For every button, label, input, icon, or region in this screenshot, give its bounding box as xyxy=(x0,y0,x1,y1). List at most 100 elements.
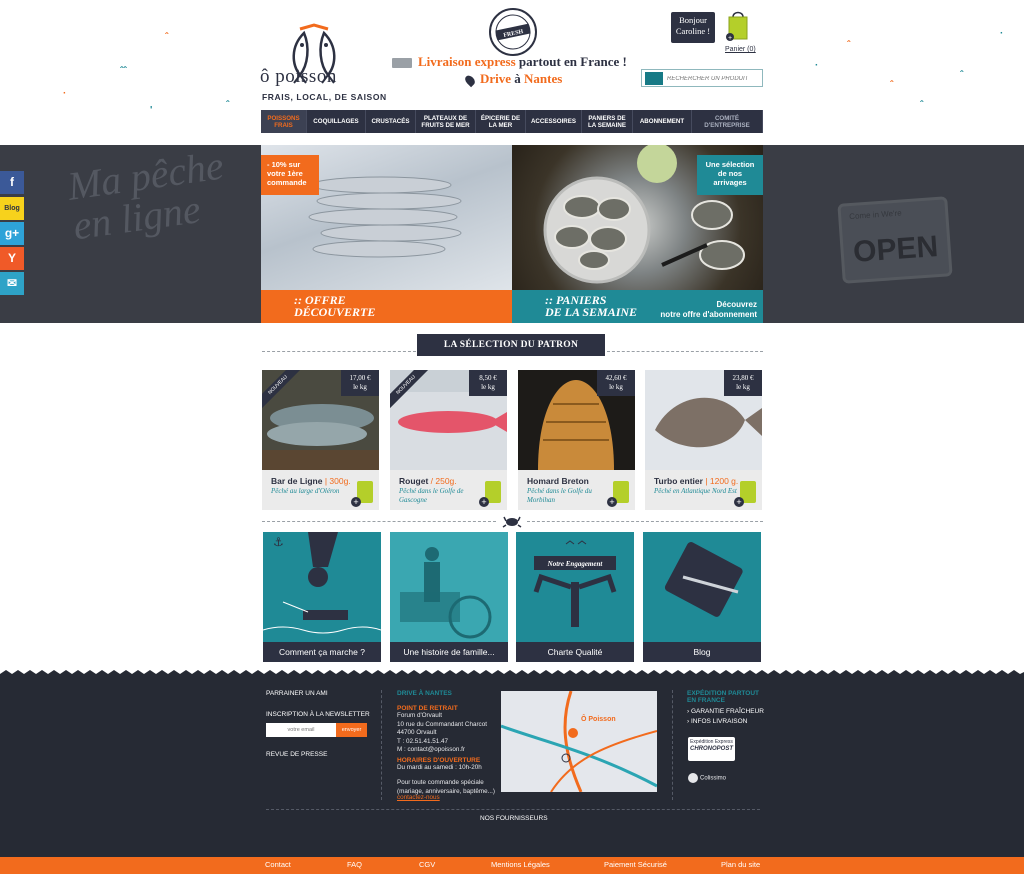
decor-dash: ˆ xyxy=(165,32,169,43)
family-photo-illustration xyxy=(390,532,508,642)
nav-item-comite[interactable]: COMITÉ D'ENTREPRISE xyxy=(692,110,763,133)
map-label: Ô Poisson xyxy=(581,714,616,723)
add-to-cart-icon[interactable] xyxy=(734,481,756,507)
divider xyxy=(607,351,763,352)
nav-item-epicerie[interactable]: ÉPICERIE DE LA MER xyxy=(476,110,526,133)
nav-item-abonnement[interactable]: ABONNEMENT xyxy=(633,110,692,133)
decor-dash: ˆ xyxy=(920,100,924,111)
price-tag: 42,60 € le kg xyxy=(597,370,635,396)
sponsor-link[interactable]: PARRAINER UN AMI xyxy=(266,690,328,697)
brand-name[interactable]: ô poisson xyxy=(260,66,337,88)
offer-caption-line2: DÉCOUVERTE xyxy=(294,305,376,319)
product-name[interactable]: Homard Breton xyxy=(527,476,589,486)
pickup-title: POINT DE RETRAIT xyxy=(397,705,458,712)
drive-map[interactable]: Ô Poisson xyxy=(501,691,657,792)
price-unit: le kg xyxy=(609,383,623,391)
nav-item-paniers[interactable]: PANIERS DE LA SEMAINE xyxy=(582,110,633,133)
product-name[interactable]: Bar de Ligne | 300g. xyxy=(271,476,351,486)
baskets-caption[interactable]: :: PANIERS DE LA SEMAINE Découvrez notre… xyxy=(512,290,763,323)
tile-caption[interactable]: Blog xyxy=(643,642,761,662)
divider xyxy=(262,521,496,522)
logo-fish-icon[interactable] xyxy=(260,6,368,104)
newsletter-send-button[interactable]: envoyer xyxy=(336,723,367,737)
nav-item-coquillages[interactable]: COQUILLAGES xyxy=(307,110,366,133)
tile-caption[interactable]: Une histoire de famille... xyxy=(390,642,508,662)
contact-link[interactable]: Contact xyxy=(265,860,291,869)
blog-icon[interactable]: Blog xyxy=(0,197,24,220)
chronopost-logo: Expédition Express CHRONOPOST xyxy=(688,737,735,761)
main-nav: POISSONS FRAIS COQUILLAGES CRUSTACÉS PLA… xyxy=(261,110,763,133)
product-image: 42,60 € le kg xyxy=(518,370,635,470)
product-card[interactable]: 23,80 € le kg Turbo entier | 1200 g. Pêch… xyxy=(645,370,762,510)
add-to-cart-icon[interactable] xyxy=(351,481,373,507)
subscription-link[interactable]: Découvrez notre offre d'abonnement xyxy=(660,300,757,320)
selection-title: LA SÉLECTION DU PATRON xyxy=(417,334,605,356)
arrivals-tag[interactable]: Une sélection de nos arrivages xyxy=(697,155,763,195)
product-title: Bar de Ligne xyxy=(271,476,323,486)
product-card[interactable]: NOUVEAU 17,00 € le kg Bar de Ligne | 300g… xyxy=(262,370,379,510)
truck-icon xyxy=(392,58,412,69)
promo-tag[interactable]: - 10% sur votre 1ère commande xyxy=(261,155,319,195)
delivery-info-link[interactable]: › INFOS LIVRAISON xyxy=(687,718,747,725)
drive-word: Drive xyxy=(480,71,512,86)
blog-tile[interactable]: Blog xyxy=(643,532,761,662)
add-to-cart-icon[interactable] xyxy=(607,481,629,507)
search-input[interactable] xyxy=(667,72,759,85)
nav-item-plateaux[interactable]: PLATEAUX DE FRUITS DE MER xyxy=(416,110,476,133)
shopping-bag-icon[interactable]: + xyxy=(726,9,750,41)
nav-item-poissons-frais[interactable]: POISSONS FRAIS xyxy=(261,110,307,133)
drive-title: DRIVE À NANTES xyxy=(397,690,452,697)
legal-link[interactable]: Mentions Légales xyxy=(491,860,550,869)
decor-dash: · xyxy=(815,60,819,71)
cart-link[interactable]: Panier (0) xyxy=(725,46,756,53)
product-name[interactable]: Turbo entier | 1200 g. xyxy=(654,476,738,486)
faq-link[interactable]: FAQ xyxy=(347,860,362,869)
quality-charter-tile[interactable]: Notre Engagement Charte Qualité xyxy=(516,532,634,662)
product-card[interactable]: NOUVEAU 8,50 € le kg Rouget / 250g. Pêché… xyxy=(390,370,507,510)
hours-title: HORAIRES D'OUVERTURE xyxy=(397,757,481,764)
google-plus-icon[interactable]: g+ xyxy=(0,222,24,245)
yummly-icon[interactable]: Y xyxy=(0,247,24,270)
user-greeting[interactable]: Bonjour Caroline ! xyxy=(671,12,715,43)
add-to-cart-icon[interactable] xyxy=(479,481,501,507)
product-name[interactable]: Rouget / 250g. xyxy=(399,476,457,486)
email[interactable]: M : contact@opoisson.fr xyxy=(397,746,487,755)
how-it-works-tile[interactable]: ⚓ Comment ça marche ? xyxy=(263,532,381,662)
open-sign: Come in We're OPEN xyxy=(837,196,953,284)
product-origin: Pêché dans le Golfe du Morbihan xyxy=(527,487,592,504)
search-box[interactable] xyxy=(641,69,763,87)
address-line: 10 rue du Commandant Charcot xyxy=(397,720,487,728)
nav-item-crustaces[interactable]: CRUSTACÉS xyxy=(366,110,416,133)
colissimo-name: Colissimo xyxy=(700,775,727,782)
newsletter-email-input[interactable] xyxy=(266,723,336,737)
cgv-link[interactable]: CGV xyxy=(419,860,435,869)
hero-offer-panel[interactable]: - 10% sur votre 1ère commande :: OFFRE D… xyxy=(261,145,512,323)
press-link[interactable]: REVUE DE PRESSE xyxy=(266,751,327,758)
delivery-highlight: Livraison express xyxy=(418,54,516,69)
product-card[interactable]: 42,60 € le kg Homard Breton Pêché dans le… xyxy=(518,370,635,510)
guarantee-link[interactable]: › GARANTIE FRAÎCHEUR xyxy=(687,708,764,715)
nav-item-accessoires[interactable]: ACCESSOIRES xyxy=(526,110,582,133)
product-image: NOUVEAU 8,50 € le kg xyxy=(390,370,507,470)
tile-caption[interactable]: Charte Qualité xyxy=(516,642,634,662)
fisherman-illustration: ⚓ xyxy=(263,532,381,634)
decor-dash: ˆ xyxy=(226,100,230,111)
decor-dash: ˆ xyxy=(847,40,851,51)
facebook-icon[interactable]: f xyxy=(0,171,24,194)
secure-payment-link[interactable]: Paiement Sécurisé xyxy=(604,860,667,869)
email-icon[interactable]: ✉ xyxy=(0,272,24,295)
search-icon[interactable] xyxy=(645,72,663,85)
svg-text:⚓: ⚓ xyxy=(273,535,284,549)
shipping-title-line2: EN FRANCE xyxy=(687,697,725,704)
address-line: Forum d'Orvault xyxy=(397,712,442,719)
contact-us-link[interactable]: contactez-nous xyxy=(397,794,440,803)
family-story-tile[interactable]: Une histoire de famille... xyxy=(390,532,508,662)
sitemap-link[interactable]: Plan du site xyxy=(721,860,760,869)
fresh-stamp-icon: FRESH xyxy=(489,8,537,56)
divider xyxy=(527,521,763,522)
suppliers-link[interactable]: NOS FOURNISSEURS xyxy=(480,815,548,822)
hero-baskets-panel[interactable]: Une sélection de nos arrivages :: PANIER… xyxy=(512,145,763,323)
offer-caption[interactable]: :: OFFRE DÉCOUVERTE xyxy=(261,290,512,323)
tile-caption[interactable]: Comment ça marche ? xyxy=(263,642,381,662)
price: 42,60 € xyxy=(605,374,627,382)
